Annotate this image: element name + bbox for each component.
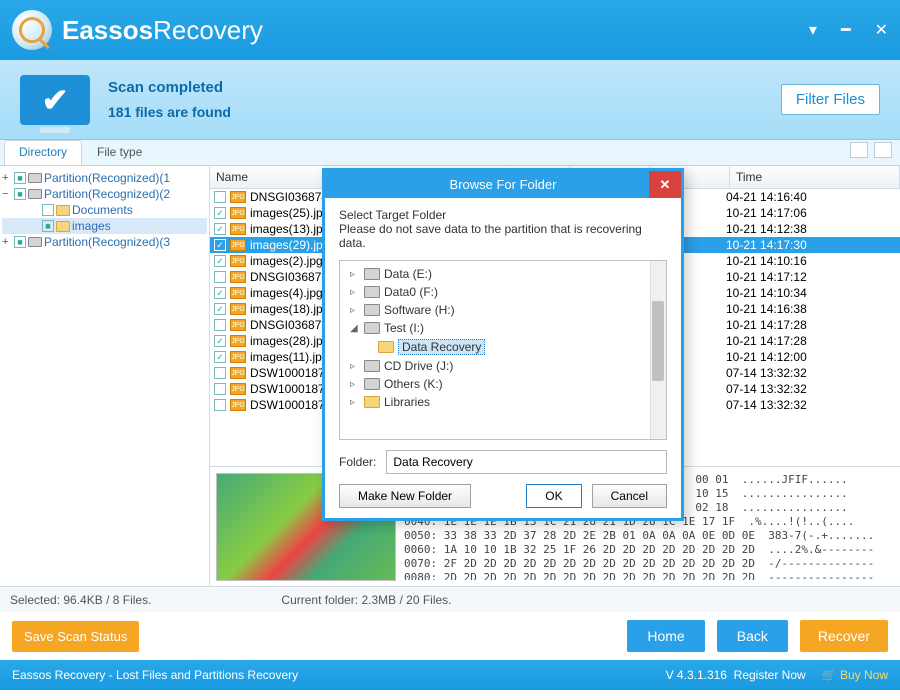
footer-bar: Eassos Recovery - Lost Files and Partiti… — [0, 660, 900, 690]
checkbox[interactable]: ✓ — [214, 207, 226, 219]
list-view-icon[interactable] — [874, 142, 892, 158]
folder-name-input[interactable] — [386, 450, 667, 474]
jpg-icon: JPG — [230, 271, 246, 283]
scan-status-count: 181 files are found — [108, 104, 231, 120]
tree-item[interactable]: −■Partition(Recognized)(2 — [2, 186, 207, 202]
register-now-link[interactable]: Register Now — [734, 668, 806, 682]
folder-tree-item[interactable]: ▹CD Drive (J:) — [346, 357, 660, 375]
folder-icon — [56, 221, 70, 232]
home-button[interactable]: Home — [627, 620, 704, 652]
jpg-icon: JPG — [230, 287, 246, 299]
view-tabs: Directory File type — [0, 140, 900, 166]
thumbnails-view-icon[interactable] — [850, 142, 868, 158]
jpg-icon: JPG — [230, 335, 246, 347]
folder-icon — [364, 396, 380, 408]
jpg-icon: JPG — [230, 255, 246, 267]
drive-icon — [28, 237, 42, 247]
save-scan-status-button[interactable]: Save Scan Status — [12, 621, 139, 652]
drive-icon — [364, 378, 380, 390]
action-row: Save Scan Status Home Back Recover — [0, 612, 900, 660]
menu-icon[interactable]: ▾ — [809, 20, 817, 40]
recover-button[interactable]: Recover — [800, 620, 888, 652]
checkbox[interactable]: ✓ — [214, 351, 226, 363]
jpg-icon: JPG — [230, 191, 246, 203]
dialog-title: Browse For Folder ✕ — [325, 171, 681, 198]
checkbox[interactable] — [214, 191, 226, 203]
checkbox[interactable]: ✓ — [214, 287, 226, 299]
tree-item[interactable]: +■Partition(Recognized)(1 — [2, 170, 207, 186]
tree-item[interactable]: ■images — [2, 218, 207, 234]
folder-tree-item[interactable]: ▹Data0 (F:) — [346, 283, 660, 301]
checkbox[interactable]: ✓ — [214, 239, 226, 251]
checkbox[interactable]: ✓ — [214, 255, 226, 267]
dialog-close-button[interactable]: ✕ — [649, 171, 681, 198]
drive-icon — [364, 322, 380, 334]
drive-icon — [364, 286, 380, 298]
jpg-icon: JPG — [230, 239, 246, 251]
jpg-icon: JPG — [230, 383, 246, 395]
folder-tree-item[interactable]: Data Recovery — [346, 337, 660, 357]
selected-status: Selected: 96.4KB / 8 Files. — [10, 593, 151, 607]
current-folder-status: Current folder: 2.3MB / 20 Files. — [281, 593, 451, 607]
jpg-icon: JPG — [230, 367, 246, 379]
checkbox[interactable] — [214, 271, 226, 283]
dialog-instruction-2: Please do not save data to the partition… — [339, 222, 667, 250]
folder-tree-item[interactable]: ▹Software (H:) — [346, 301, 660, 319]
drive-icon — [28, 189, 42, 199]
jpg-icon: JPG — [230, 399, 246, 411]
filter-files-button[interactable]: Filter Files — [781, 84, 880, 115]
folder-icon — [378, 341, 394, 353]
app-logo-icon — [12, 10, 52, 50]
scan-status-title: Scan completed — [108, 79, 231, 96]
app-name: EassosRecovery — [62, 15, 263, 46]
close-icon[interactable]: ✕ — [875, 20, 888, 40]
back-button[interactable]: Back — [717, 620, 788, 652]
tab-directory[interactable]: Directory — [4, 140, 82, 165]
directory-tree[interactable]: +■Partition(Recognized)(1−■Partition(Rec… — [0, 166, 210, 586]
checkbox[interactable] — [214, 319, 226, 331]
column-time[interactable]: Time — [730, 166, 900, 188]
drive-icon — [364, 360, 380, 372]
status-bar: Selected: 96.4KB / 8 Files. Current fold… — [0, 586, 900, 612]
ok-button[interactable]: OK — [526, 484, 581, 508]
checkbox[interactable]: ✓ — [214, 335, 226, 347]
jpg-icon: JPG — [230, 351, 246, 363]
make-new-folder-button[interactable]: Make New Folder — [339, 484, 471, 508]
folder-tree[interactable]: ▹Data (E:)▹Data0 (F:)▹Software (H:)◢Test… — [339, 260, 667, 440]
drive-icon — [364, 304, 380, 316]
buy-now-link[interactable]: Buy Now — [840, 668, 888, 682]
browse-for-folder-dialog: Browse For Folder ✕ Select Target Folder… — [322, 168, 684, 521]
folder-tree-item[interactable]: ◢Test (I:) — [346, 319, 660, 337]
folder-label: Folder: — [339, 455, 376, 469]
folder-icon — [56, 205, 70, 216]
checkbox[interactable] — [214, 383, 226, 395]
footer-tagline: Eassos Recovery - Lost Files and Partiti… — [12, 668, 298, 682]
monitor-icon: ✔ — [20, 75, 90, 125]
title-bar: EassosRecovery ▾ ━ ✕ — [0, 0, 900, 60]
checkbox[interactable]: ✓ — [214, 223, 226, 235]
tree-item[interactable]: Documents — [2, 202, 207, 218]
checkbox[interactable] — [214, 399, 226, 411]
tab-file-type[interactable]: File type — [82, 140, 157, 165]
drive-icon — [364, 268, 380, 280]
jpg-icon: JPG — [230, 207, 246, 219]
jpg-icon: JPG — [230, 303, 246, 315]
cart-icon[interactable]: 🛒 Buy Now — [822, 668, 888, 682]
checkbox[interactable] — [214, 367, 226, 379]
folder-tree-item[interactable]: ▹Libraries — [346, 393, 660, 411]
checkbox[interactable]: ✓ — [214, 303, 226, 315]
tree-item[interactable]: +■Partition(Recognized)(3 — [2, 234, 207, 250]
cancel-button[interactable]: Cancel — [592, 484, 667, 508]
jpg-icon: JPG — [230, 319, 246, 331]
scrollbar[interactable] — [650, 261, 666, 439]
jpg-icon: JPG — [230, 223, 246, 235]
folder-tree-item[interactable]: ▹Data (E:) — [346, 265, 660, 283]
drive-icon — [28, 173, 42, 183]
minimize-icon[interactable]: ━ — [841, 20, 851, 40]
folder-tree-item[interactable]: ▹Others (K:) — [346, 375, 660, 393]
dialog-instruction-1: Select Target Folder — [339, 208, 667, 222]
scan-banner: ✔ Scan completed 181 files are found Fil… — [0, 60, 900, 140]
